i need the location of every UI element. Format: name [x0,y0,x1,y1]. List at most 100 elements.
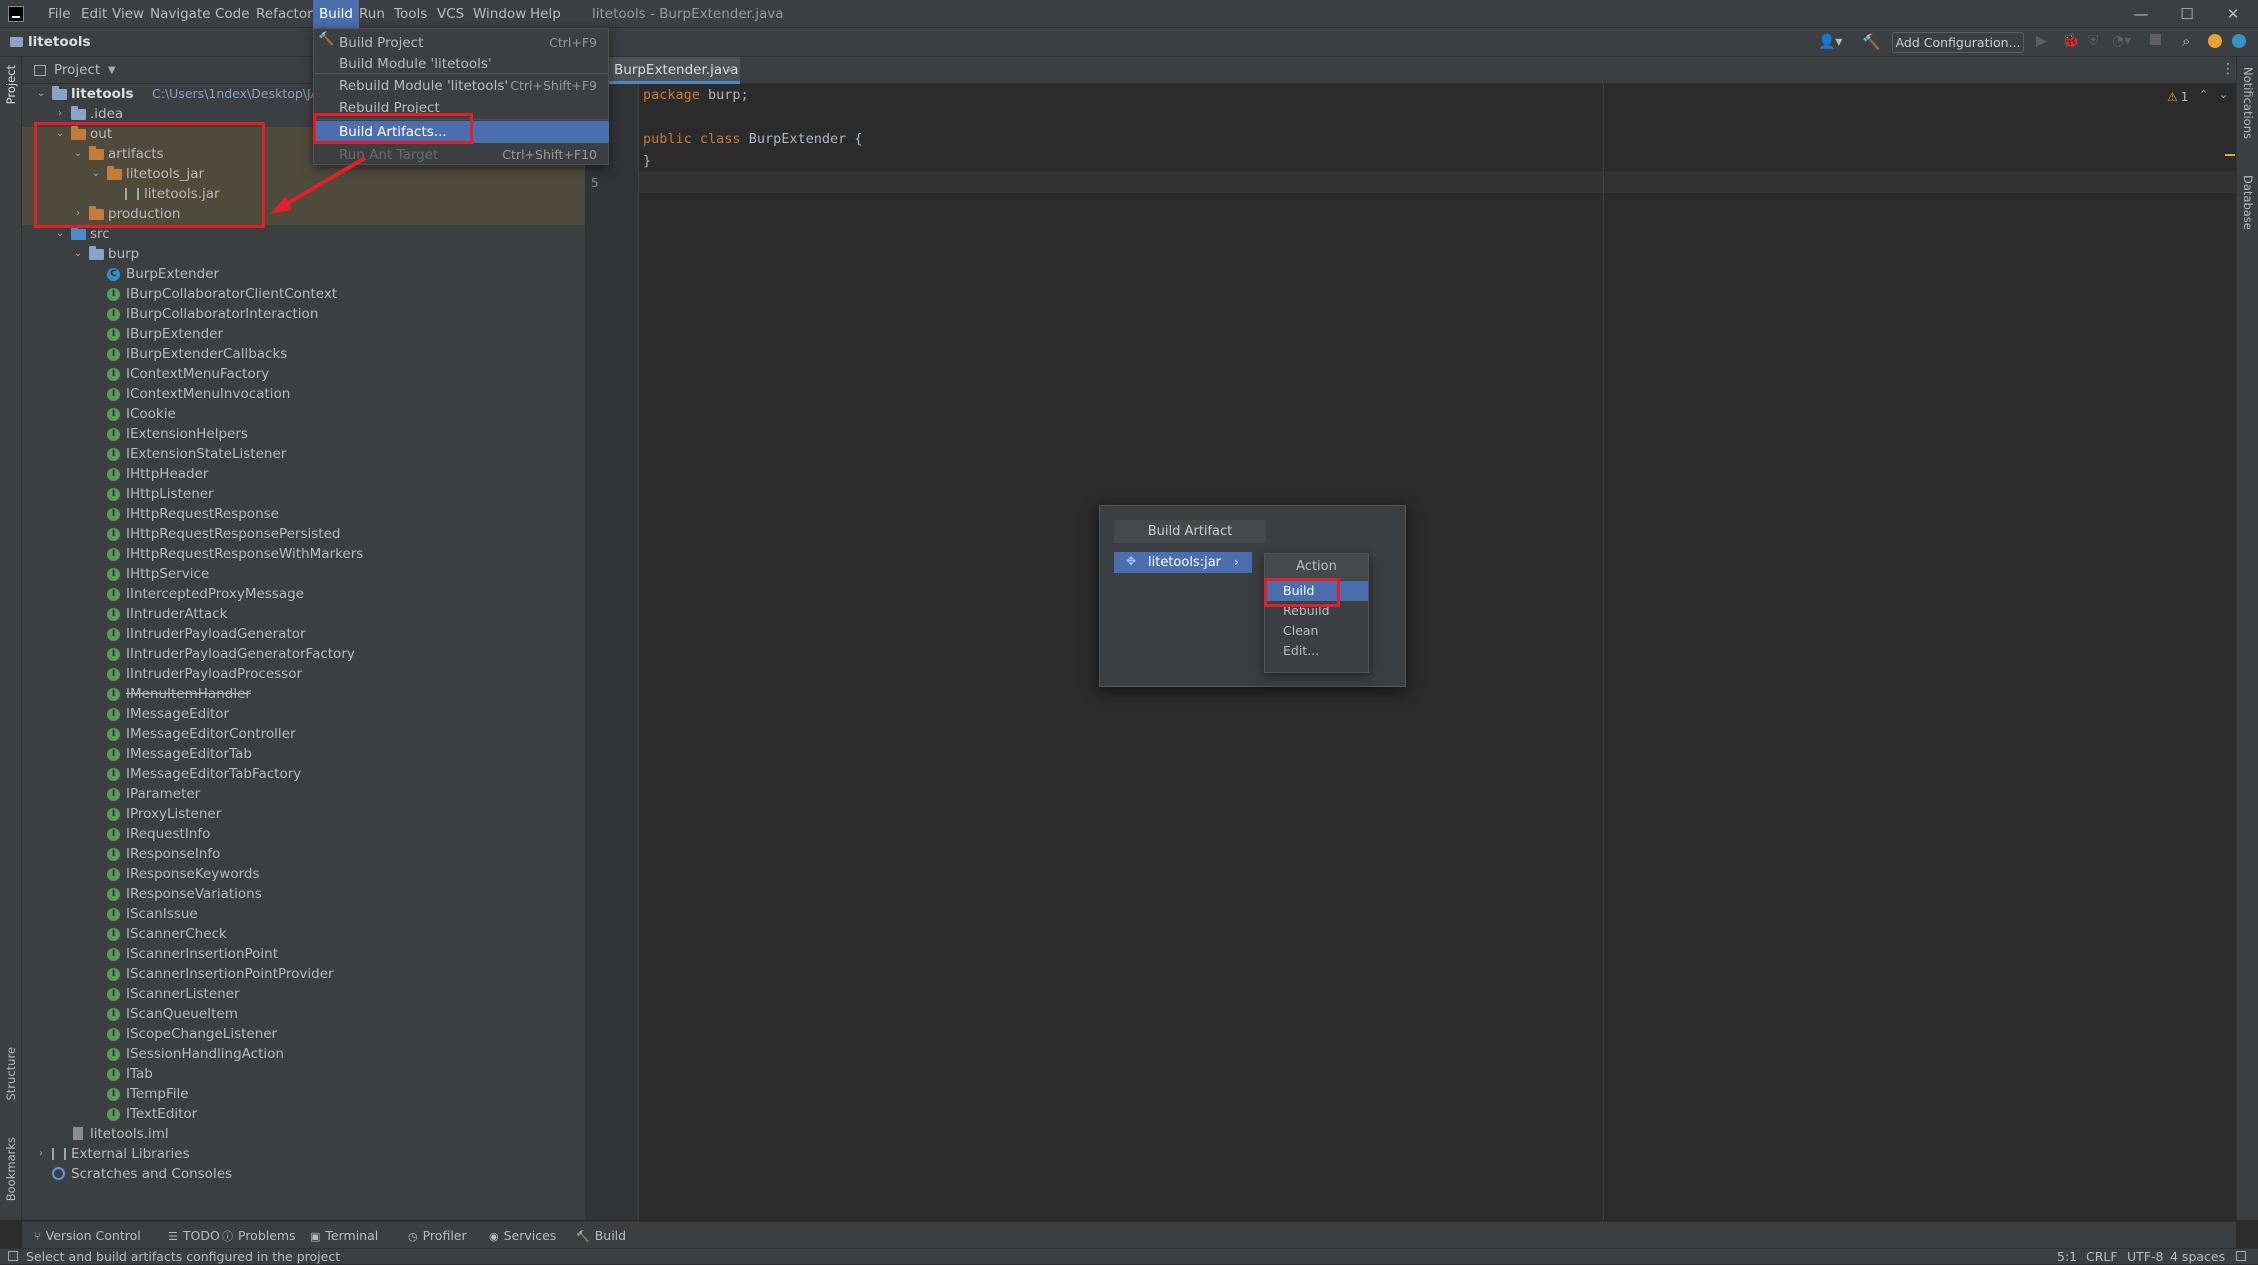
chevron-down-icon[interactable]: ⌄ [2219,88,2228,101]
tree-label: IScannerInsertionPoint [126,946,279,962]
artifact-item-litetools-jar[interactable]: ✥ litetools:jar › [1114,552,1252,573]
menu-run[interactable]: Run [353,0,391,28]
chevron-right-icon[interactable]: › [72,204,84,224]
artifact-label: litetools:jar [1148,555,1222,570]
tree-label: IBurpExtender [126,326,224,342]
breadcrumb-project[interactable]: litetools [28,28,91,57]
line-separator[interactable]: CRLF [2086,1249,2118,1265]
caret-position[interactable]: 5:1 [2057,1249,2077,1265]
interface-icon: I [107,528,120,541]
interface-icon: I [107,908,120,921]
tab-burpextender[interactable]: BurpExtender.java ✕ [609,57,740,84]
maximize-button[interactable]: ☐ [2164,0,2210,28]
chevron-down-icon[interactable]: ⌄ [35,84,47,104]
action-clean[interactable]: Clean [1265,621,1368,641]
plugin-icon[interactable] [2232,34,2246,48]
code-editor[interactable]: package burp; public class BurpExtender … [639,84,2236,1220]
library-icon [125,188,139,200]
menu-item-build-module[interactable]: Build Module 'litetools' [315,53,609,75]
search-icon[interactable]: ⌕ [2182,32,2190,50]
interface-icon: I [107,588,120,601]
tool-window-terminal[interactable]: ▣ Terminal [310,1222,378,1249]
tool-window-services[interactable]: ◉ Services [489,1222,556,1249]
structure-tool-tab[interactable]: Structure [4,1047,18,1101]
chevron-down-icon[interactable]: ⌄ [72,144,84,164]
tool-window-build[interactable]: 🔨 Build [576,1222,626,1249]
update-icon[interactable] [2208,34,2222,48]
tree-label: IScanIssue [126,906,198,922]
database-tool-tab[interactable]: Database [2241,175,2255,230]
debug-icon[interactable]: 🐞 [2062,33,2079,49]
coverage-icon[interactable]: ⛨ [2088,33,2099,49]
menu-item-rebuild-project[interactable]: Rebuild Project [315,97,609,119]
menu-item-label: Build Project [339,35,424,51]
minimize-button[interactable]: — [2118,0,2164,28]
interface-icon: I [107,408,120,421]
chevron-down-icon[interactable]: ⌄ [54,124,66,144]
interface-icon: I [107,688,120,701]
user-icon[interactable]: 👤▾ [1818,34,1842,50]
tool-window-problems[interactable]: ⓘ Problems [222,1222,296,1249]
interface-icon: I [107,888,120,901]
line-number: 5 [591,175,599,190]
file-encoding[interactable]: UTF-8 [2127,1249,2163,1265]
notifications-tool-tab[interactable]: Notifications [2241,67,2255,139]
menu-item-build-artifacts[interactable]: Build Artifacts... [315,121,609,143]
bookmarks-tool-tab[interactable]: Bookmarks [4,1137,18,1201]
tree-label: BurpExtender [126,266,220,282]
menu-code[interactable]: Code [209,0,256,28]
tree-label: IRequestInfo [126,826,211,842]
status-icon[interactable] [8,1251,18,1261]
action-rebuild[interactable]: Rebuild [1265,601,1368,621]
tree-label: IScanQueueItem [126,1006,238,1022]
run-icon[interactable]: ▶ [2036,33,2047,49]
tool-window-profiler[interactable]: ◷ Profiler [408,1222,467,1249]
indent-setting[interactable]: 4 spaces [2170,1249,2225,1265]
interface-icon: I [107,348,120,361]
chevron-right-icon[interactable]: › [35,1144,47,1164]
chevron-right-icon[interactable]: › [54,104,66,124]
menu-build[interactable]: Build [313,0,359,28]
tree-label: artifacts [108,146,164,162]
current-line-highlight [639,171,2236,193]
add-configuration-button[interactable]: Add Configuration... [1892,32,2024,53]
tool-window-label: Terminal [325,1228,379,1243]
tool-window-version-control[interactable]: ⑂ Version Control [34,1222,141,1249]
menu-item-label: Run Ant Target [339,147,439,163]
menu-window[interactable]: Window [467,0,532,28]
hammer-build-icon[interactable]: 🔨 [1862,33,1881,51]
tree-label: IScannerListener [126,986,240,1002]
chevron-down-icon[interactable]: ⌄ [72,244,84,264]
interface-icon: I [107,548,120,561]
tree-label: IScannerInsertionPointProvider [126,966,334,982]
warning-icon[interactable]: ⚠ 1 [2167,90,2188,104]
chevron-down-icon[interactable]: ⌄ [90,164,102,184]
action-submenu: Action Build Rebuild Clean Edit... [1264,553,1369,673]
class-icon: C [107,268,120,281]
action-edit[interactable]: Edit... [1265,641,1368,661]
tree-label: src [90,226,110,242]
menu-file[interactable]: File [42,0,77,28]
profile-icon[interactable]: ◔▾ [2112,33,2131,49]
menu-refactor[interactable]: Refactor [250,0,319,28]
close-icon[interactable]: ✕ [725,57,734,84]
menu-tools[interactable]: Tools [388,0,433,28]
menu-vcs[interactable]: VCS [431,0,470,28]
menu-item-rebuild-module[interactable]: Rebuild Module 'litetools' Ctrl+Shift+F9 [315,75,609,97]
project-view-selector[interactable]: Project [54,57,100,84]
tool-window-todo[interactable]: ☰ TODO [168,1222,220,1249]
chevron-up-icon[interactable]: ⌃ [2199,88,2208,101]
stop-icon[interactable] [2150,34,2161,45]
lock-icon[interactable] [2236,1251,2246,1261]
project-tool-tab[interactable]: Project [4,65,18,104]
close-button[interactable]: ✕ [2210,0,2256,28]
action-build[interactable]: Build [1265,581,1368,601]
menu-item-run-ant-target: Run Ant Target Ctrl+Shift+F10 [315,144,609,166]
menu-help[interactable]: Help [524,0,567,28]
more-icon[interactable]: ⋮ [2221,61,2235,77]
title-bar: File Edit View Navigate Code Refactor Build Run… [0,0,2258,28]
menu-item-build-project[interactable]: Build Project Ctrl+F9 [315,32,609,54]
menu-navigate[interactable]: Navigate [144,0,217,28]
chevron-down-icon[interactable]: ▼ [108,57,116,84]
chevron-down-icon[interactable]: ⌄ [54,224,66,244]
